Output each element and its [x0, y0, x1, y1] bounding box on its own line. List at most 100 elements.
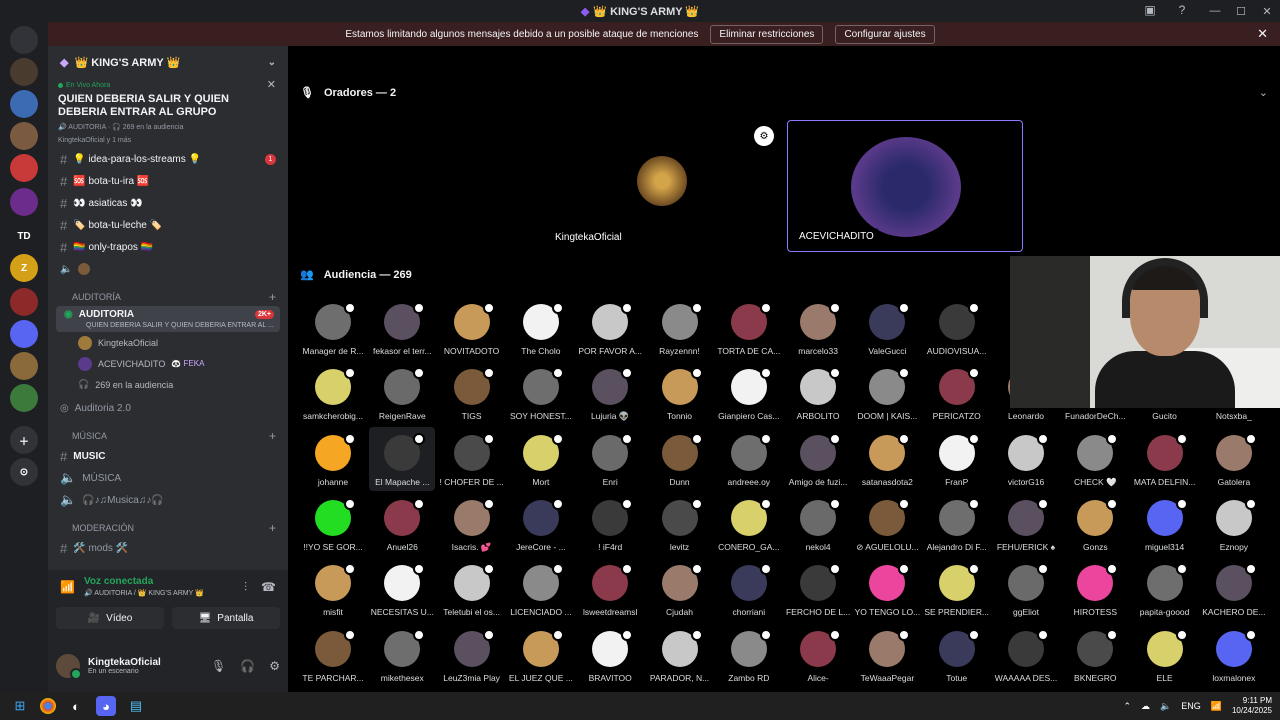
video-button[interactable]: 🎥 Vídeo: [56, 607, 164, 629]
server-icon[interactable]: [10, 58, 38, 86]
category-auditoria[interactable]: AUDITORÍA +: [48, 288, 288, 306]
audience-member[interactable]: Amigo de fuzi...: [783, 432, 853, 493]
text-channel[interactable]: # 🆘 bota-tu-ira 🆘: [48, 170, 288, 192]
minimize-button[interactable]: —: [1202, 0, 1228, 22]
discord-icon[interactable]: ◕: [96, 696, 116, 716]
audience-member[interactable]: ⊘ AGUELOLU...: [852, 497, 922, 558]
volume-icon[interactable]: 🔈: [1160, 701, 1171, 712]
audience-member[interactable]: Totue: [922, 628, 992, 689]
audience-member[interactable]: ReigenRave: [367, 367, 437, 427]
chevron-down-icon[interactable]: ⌄: [1259, 86, 1268, 99]
music-channel[interactable]: # MUSIC: [48, 445, 288, 467]
audience-member[interactable]: johanne: [298, 432, 368, 493]
audience-member[interactable]: SOY HONEST...: [506, 367, 576, 427]
audience-member[interactable]: TeWaaaPegar: [852, 628, 922, 689]
category-musica[interactable]: MÚSICA +: [48, 427, 288, 445]
audience-member[interactable]: FERCHO DE L...: [783, 563, 853, 623]
chrome-icon[interactable]: [40, 698, 56, 714]
audience-member[interactable]: Dunn: [645, 432, 715, 493]
audience-member[interactable]: BKNEGRO: [1060, 628, 1130, 689]
audience-member[interactable]: PERICATZO: [922, 367, 992, 427]
audience-member[interactable]: Rayzennn!: [645, 302, 715, 362]
audience-member[interactable]: ! CHOFER DE ...: [437, 432, 507, 493]
audience-member[interactable]: NECESITAS U...: [367, 563, 437, 623]
server-icon[interactable]: [10, 320, 38, 348]
server-header[interactable]: ◆ 👑 KING'S ARMY 👑 ⌄: [48, 46, 288, 78]
audience-member[interactable]: TORTA DE CA...: [714, 302, 784, 362]
audience-member[interactable]: Gonzs: [1060, 497, 1130, 558]
inbox-icon[interactable]: ▣: [1142, 2, 1158, 18]
audience-member[interactable]: YO TENGO LO...: [852, 563, 922, 623]
audience-member[interactable]: Tonnio: [645, 367, 715, 427]
audience-member[interactable]: SE PRENDIER...: [922, 563, 992, 623]
audience-member[interactable]: EL JUEZ QUE ...: [506, 628, 576, 689]
text-channel[interactable]: # 💡 idea-para-los-streams 💡 1: [48, 148, 288, 170]
gear-icon[interactable]: ⚙: [269, 659, 280, 673]
server-icon[interactable]: [10, 384, 38, 412]
avatar[interactable]: [56, 654, 82, 680]
audience-member[interactable]: PARADOR, N...: [645, 628, 715, 689]
audience-member[interactable]: misfit: [298, 563, 368, 623]
audience-member[interactable]: papita-goood: [1130, 563, 1200, 623]
audience-member[interactable]: TIGS: [437, 367, 507, 427]
audience-member[interactable]: satanasdota2: [852, 432, 922, 493]
audience-member[interactable]: ARBOLITO: [783, 367, 853, 427]
stage-channel-auditoria-2[interactable]: ◎ Auditoria 2.0: [48, 397, 288, 419]
text-channel[interactable]: # 👀 asiaticas 👀: [48, 192, 288, 214]
windows-start-icon[interactable]: ⊞: [10, 696, 30, 716]
add-channel-icon[interactable]: +: [269, 521, 276, 535]
audience-member[interactable]: Anuel26: [367, 497, 437, 558]
network-icon[interactable]: ☁: [1141, 701, 1150, 712]
add-channel-icon[interactable]: +: [269, 429, 276, 443]
audience-member[interactable]: Alejandro Di F...: [922, 497, 992, 558]
audience-member[interactable]: POR FAVOR A...: [575, 302, 645, 362]
close-icon[interactable]: ✕: [1257, 26, 1268, 42]
maximize-button[interactable]: ☐: [1228, 0, 1254, 22]
audience-member[interactable]: Zambo RD: [714, 628, 784, 689]
audience-member[interactable]: ELE: [1130, 628, 1200, 689]
stage-participant[interactable]: ACEVICHADITO 🐼 FEKA: [48, 353, 288, 374]
music-channel[interactable]: 🔈 MÚSICA: [48, 467, 288, 489]
voice-channel-muted[interactable]: 🔈: [48, 258, 288, 280]
stage-participant[interactable]: KingtekaOficial: [48, 332, 288, 353]
audience-member[interactable]: Manager de R...: [298, 302, 368, 362]
audience-member[interactable]: BRAVITOO: [575, 628, 645, 689]
server-icon[interactable]: [10, 122, 38, 150]
audience-member[interactable]: CONERO_GA...: [714, 497, 784, 558]
audience-member[interactable]: andreee.oy: [714, 432, 784, 493]
channel-mods[interactable]: # 🛠️ mods 🛠️: [48, 537, 288, 559]
noise-suppression-icon[interactable]: ⫶: [244, 580, 247, 595]
live-now-banner[interactable]: En Vivo Ahora QUIEN DEBERIA SALIR Y QUIE…: [48, 78, 288, 148]
microphone-icon[interactable]: 🎙: [211, 659, 226, 673]
audience-member[interactable]: marcelo33: [783, 302, 853, 362]
add-channel-icon[interactable]: +: [269, 290, 276, 304]
server-icon[interactable]: [10, 188, 38, 216]
discover-icon[interactable]: ⊙: [10, 458, 38, 486]
username[interactable]: KingtekaOficial: [88, 657, 161, 668]
audience-member[interactable]: miguel314: [1130, 497, 1200, 558]
configure-settings-button[interactable]: Configurar ajustes: [835, 24, 935, 44]
audience-member[interactable]: Enri: [575, 432, 645, 493]
audience-member[interactable]: samkcherobig...: [298, 367, 368, 427]
audience-member[interactable]: HIROTESS: [1060, 563, 1130, 623]
disconnect-icon[interactable]: ☎: [261, 580, 276, 595]
audience-member[interactable]: mikethesex: [367, 628, 437, 689]
audience-member[interactable]: Isacris. 💕: [437, 497, 507, 558]
server-icon[interactable]: [10, 352, 38, 380]
audience-member[interactable]: Gatolera: [1199, 432, 1269, 493]
audience-member[interactable]: Mort: [506, 432, 576, 493]
help-icon[interactable]: ?: [1174, 2, 1190, 18]
add-server-icon[interactable]: ＋: [10, 426, 38, 454]
audience-member[interactable]: Teletubi el os...: [437, 563, 507, 623]
audience-member[interactable]: Eznopy: [1199, 497, 1269, 558]
chevron-up-icon[interactable]: ⌃: [1123, 701, 1131, 712]
speaker-tile[interactable]: ACEVICHADITO: [787, 120, 1023, 252]
audience-member[interactable]: ValeGucci: [852, 302, 922, 362]
audience-member[interactable]: LeuZ3mia Play: [437, 628, 507, 689]
audience-member[interactable]: FranP: [922, 432, 992, 493]
audience-member[interactable]: FEHU/ERICK ♠: [991, 497, 1061, 558]
audience-member[interactable]: WAAAAA DES...: [991, 628, 1061, 689]
headphones-icon[interactable]: 🎧: [240, 659, 255, 673]
audience-member[interactable]: MATA DELFIN...: [1130, 432, 1200, 493]
audience-member[interactable]: ! iF4rd: [575, 497, 645, 558]
